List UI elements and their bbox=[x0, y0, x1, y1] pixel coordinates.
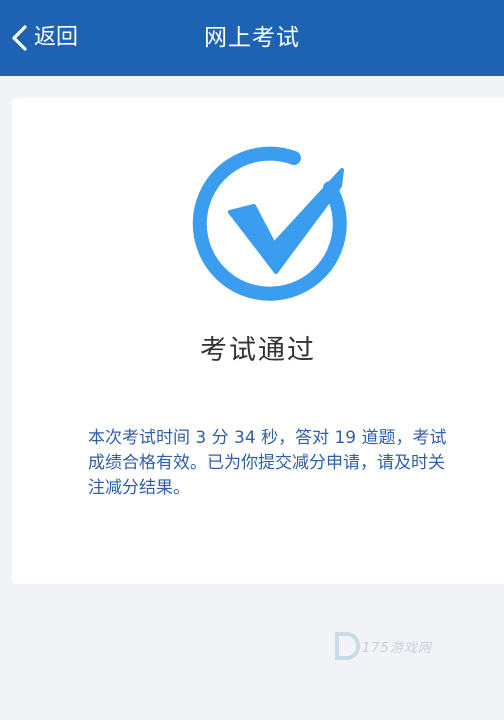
top-navigation-bar: 返回 网上考试 bbox=[0, 0, 504, 76]
check-circle-icon bbox=[192, 146, 347, 301]
page-title: 网上考试 bbox=[204, 25, 300, 51]
watermark-text: 175游戏网 bbox=[362, 640, 432, 656]
exam-result-card: 考试通过 本次考试时间 3 分 34 秒，答对 19 道题，考试成绩合格有效。已… bbox=[12, 98, 504, 584]
watermark-logo-icon bbox=[335, 632, 360, 660]
result-message: 本次考试时间 3 分 34 秒，答对 19 道题，考试成绩合格有效。已为你提交减… bbox=[88, 428, 447, 498]
result-title: 考试通过 bbox=[200, 335, 316, 366]
watermark: 175游戏网 bbox=[334, 628, 464, 664]
